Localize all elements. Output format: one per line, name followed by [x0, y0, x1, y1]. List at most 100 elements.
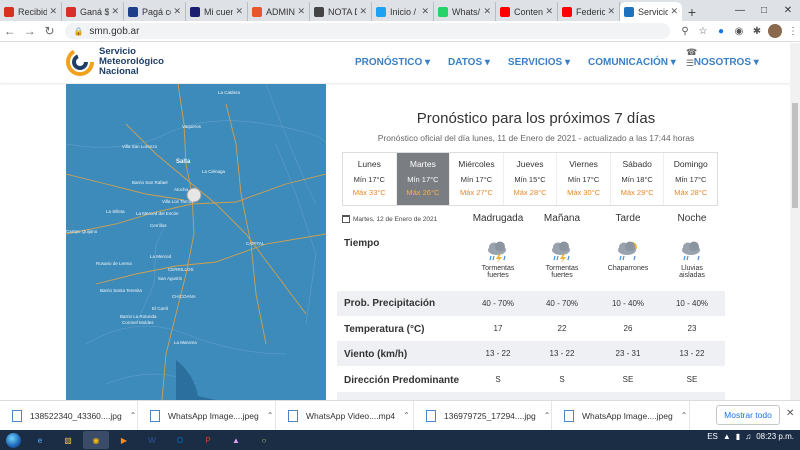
gmail-icon	[4, 6, 14, 17]
close-tab-icon[interactable]: ✕	[235, 6, 243, 17]
chrome-icon[interactable]: ◉	[83, 431, 109, 449]
close-tab-icon[interactable]: ✕	[359, 6, 367, 17]
close-tab-icon[interactable]: ✕	[297, 6, 305, 17]
avatar[interactable]	[767, 24, 782, 38]
browser-tab[interactable]: Pagá co✕	[124, 2, 186, 21]
tray-arrow-icon[interactable]: ▲	[723, 432, 731, 441]
ie-icon[interactable]: e	[27, 431, 53, 449]
tab-label: Federic	[576, 6, 606, 17]
download-item[interactable]: WhatsApp Image....jpeg ⌃	[552, 400, 690, 431]
day-min: Mín 17°C	[460, 175, 493, 184]
nav-servicios[interactable]: SERVICIOS ▾	[508, 57, 570, 68]
weather-text-2: fuertes	[487, 272, 509, 279]
page-scrollbar[interactable]	[790, 43, 800, 400]
day-max: Máx 27°C	[459, 188, 493, 197]
chevron-up-icon[interactable]: ⌃	[130, 411, 137, 420]
map-label: Salta	[176, 159, 191, 165]
nav-pronostico[interactable]: PRONÓSTICO ▾	[355, 57, 430, 68]
weather-text-1: Lluvias	[681, 265, 703, 272]
start-button[interactable]	[0, 430, 26, 450]
browser-tab[interactable]: Mi cuen ✕	[186, 2, 248, 21]
reload-icon[interactable]: ↻	[40, 24, 60, 38]
weather-text-2: aisladas	[679, 272, 705, 279]
nav-comunicacion[interactable]: COMUNICACIÓN ▾	[588, 57, 676, 68]
location-map[interactable]: La Caldera Vaqueros Villa San Lorenzo Sa…	[66, 84, 326, 400]
media-icon[interactable]: ▶	[111, 431, 137, 449]
powerpoint-icon[interactable]: P	[195, 431, 221, 449]
network-icon[interactable]: ▮	[736, 432, 740, 441]
browser-tab[interactable]: Whats/✕	[434, 2, 496, 21]
chevron-up-icon[interactable]: ⌃	[403, 411, 410, 420]
volume-icon[interactable]: ♫	[745, 432, 751, 441]
close-tab-icon[interactable]: ✕	[607, 6, 615, 17]
minimize-icon[interactable]: —	[728, 0, 752, 21]
day-tab[interactable]: Lunes Mín 17°C Máx 33°C	[343, 153, 397, 205]
browser-tab[interactable]: Ganá $ ✕	[62, 2, 124, 21]
browser-tab[interactable]: ADMIN ✕	[248, 2, 310, 21]
file-icon	[12, 409, 22, 422]
close-icon[interactable]: ✕	[786, 408, 794, 419]
close-tab-icon[interactable]: ✕	[173, 6, 181, 17]
close-tab-icon[interactable]: ✕	[421, 6, 429, 17]
paint-icon[interactable]: ○	[251, 431, 277, 449]
download-item[interactable]: WhatsApp Image....jpeg ⌃	[138, 400, 276, 431]
browser-tab[interactable]: Servicio ✕	[620, 2, 682, 21]
day-max: Máx 29°C	[620, 188, 654, 197]
back-icon[interactable]: ←	[0, 24, 20, 38]
translate-icon[interactable]: ◉	[732, 24, 746, 38]
forward-icon[interactable]: →	[20, 24, 40, 38]
show-all-button[interactable]: Mostrar todo	[716, 405, 780, 425]
smn-logo[interactable]: Servicio Meteorológico Nacional	[66, 47, 164, 77]
map-label: La Merced	[150, 254, 172, 259]
download-filename: WhatsApp Video....mp4	[306, 410, 396, 421]
day-tab[interactable]: Martes Mín 17°C Máx 26°C	[396, 153, 451, 205]
chevron-up-icon[interactable]: ⌃	[544, 411, 551, 420]
close-tab-icon[interactable]: ✕	[49, 6, 57, 17]
close-tab-icon[interactable]: ✕	[111, 6, 119, 17]
url-input[interactable]: 🔒 smn.gob.ar	[65, 23, 670, 39]
download-item[interactable]: WhatsApp Video....mp4 ⌃	[276, 400, 414, 431]
day-tab[interactable]: Jueves Mín 15°C Máx 28°C	[504, 153, 558, 205]
day-name: Viernes	[569, 159, 598, 169]
weather-cell: Tormentas fuertes	[466, 239, 530, 279]
outlook-icon[interactable]: O	[167, 431, 193, 449]
browser-tab[interactable]: Federic ✕	[558, 2, 620, 21]
browser-tab[interactable]: Inicio / ✕	[372, 2, 434, 21]
nav-nosotros[interactable]: NOSOTROS ▾	[694, 57, 759, 68]
chevron-up-icon[interactable]: ⌃	[267, 411, 274, 420]
app-icon[interactable]: ▲	[223, 431, 249, 449]
day-tab[interactable]: Viernes Mín 17°C Máx 30°C	[557, 153, 611, 205]
close-tab-icon[interactable]: ✕	[545, 6, 553, 17]
explorer-icon[interactable]: ▧	[55, 431, 81, 449]
day-name: Martes	[409, 159, 436, 169]
day-tab[interactable]: Sábado Mín 18°C Máx 29°C	[611, 153, 665, 205]
file-icon	[564, 409, 574, 422]
menu-icon[interactable]: ⋮	[786, 24, 800, 38]
star-icon[interactable]: ☆	[696, 24, 710, 38]
language-indicator[interactable]: ES	[707, 432, 718, 441]
day-tab[interactable]: Domingo Mín 17°C Máx 28°C	[664, 153, 717, 205]
day-tab[interactable]: Miércoles Mín 17°C Máx 27°C	[450, 153, 504, 205]
header-right-icons[interactable]: ☎ ☰	[686, 47, 697, 69]
browser-tab[interactable]: Conten ✕	[496, 2, 558, 21]
word-icon[interactable]: W	[139, 431, 165, 449]
location-icon[interactable]: ⚲	[678, 24, 692, 38]
close-tab-icon[interactable]: ✕	[670, 6, 678, 17]
new-tab-icon[interactable]: +	[682, 2, 702, 21]
browser-tab[interactable]: Recibid ✕	[0, 2, 62, 21]
download-item[interactable]: 138522340_43360....jpg ⌃	[0, 400, 138, 431]
temp-cell: 23	[687, 324, 697, 333]
close-tab-icon[interactable]: ✕	[483, 6, 491, 17]
download-item[interactable]: 136979725_17294....jpg ⌃	[414, 400, 552, 431]
maximize-icon[interactable]: □	[752, 0, 776, 21]
close-icon[interactable]: ✕	[776, 0, 800, 21]
tab-label: Inicio /	[390, 6, 417, 17]
nav-datos[interactable]: DATOS ▾	[448, 57, 490, 68]
map-label: Barrio San Rafael	[132, 180, 168, 185]
browser-tab[interactable]: NOTA D✕	[310, 2, 372, 21]
clock[interactable]: 08:23 p.m.	[756, 432, 794, 441]
chevron-up-icon[interactable]: ⌃	[681, 411, 688, 420]
puzzle-icon[interactable]: ✱	[750, 24, 764, 38]
scroll-thumb[interactable]	[792, 103, 798, 208]
extension-icon[interactable]: ●	[714, 24, 728, 38]
